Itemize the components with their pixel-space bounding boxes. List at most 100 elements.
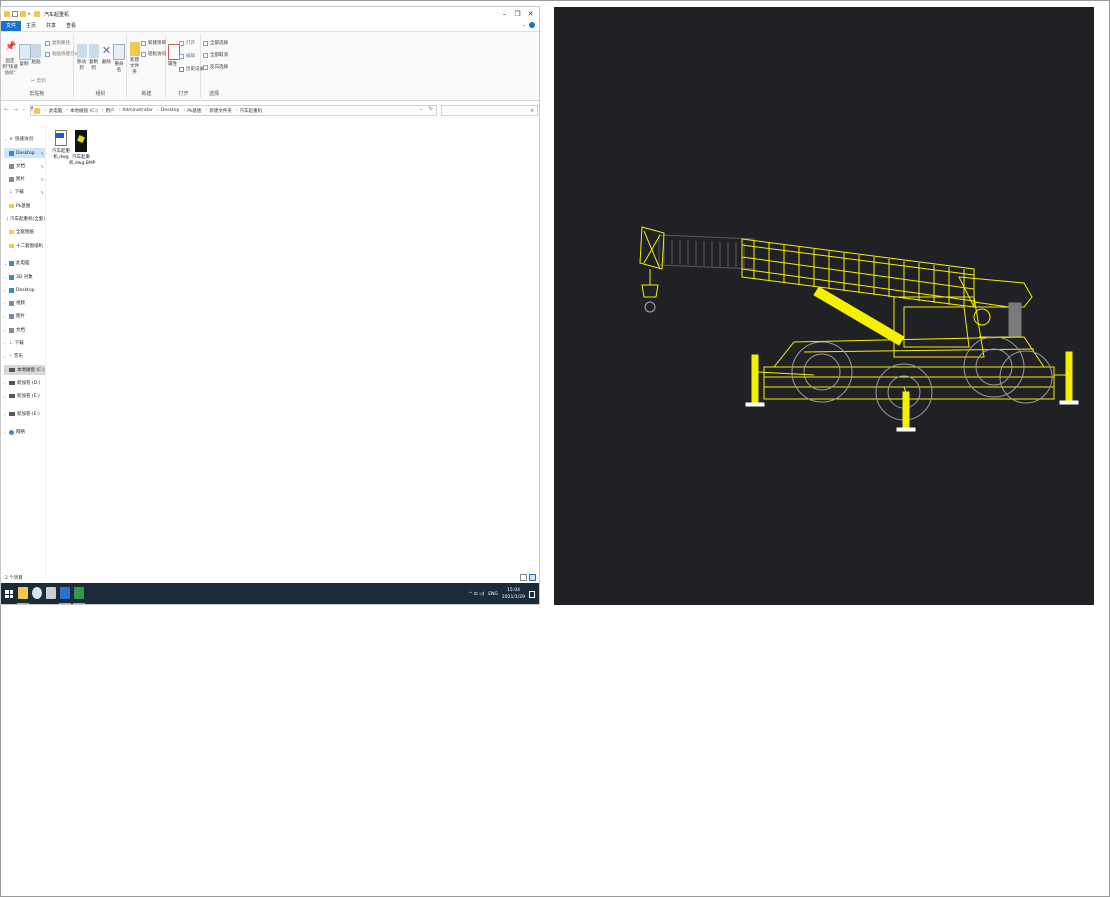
download-arrow-icon: ↓ — [9, 189, 13, 195]
search-input[interactable]: ⌕ — [441, 105, 538, 116]
file-explorer-taskbar-icon[interactable] — [18, 587, 28, 599]
help-icon[interactable] — [529, 22, 535, 28]
back-arrow-icon[interactable]: ← — [4, 106, 9, 113]
nav-item-desktop[interactable]: Desktop ✎ — [4, 148, 45, 158]
customize-qat-icon[interactable]: ▾ — [28, 11, 30, 17]
nav-item-drive-c[interactable]: › 本地磁盘 (C:) — [4, 365, 45, 375]
breadcrumb-item[interactable]: Administrator — [122, 108, 153, 113]
nav-item-documents[interactable]: › 文档 — [4, 325, 45, 335]
new-item-button[interactable]: 新建项目 — [141, 40, 166, 46]
app-taskbar-icon[interactable] — [46, 587, 56, 599]
new-folder-button[interactable]: 新建文件夹 — [129, 42, 140, 76]
new-folder-icon[interactable] — [20, 11, 26, 17]
maximize-button[interactable]: ❐ — [511, 8, 524, 20]
breadcrumb-separator-icon[interactable]: › — [45, 108, 47, 113]
nav-item-drive-e-root[interactable]: › 新加卷 (E:) — [4, 409, 45, 419]
details-view-icon[interactable] — [520, 574, 527, 581]
new-group-label: 新建 — [141, 91, 152, 97]
nav-item-downloads[interactable]: ↓ 下载 ✎ — [4, 187, 45, 197]
nav-item-pictures[interactable]: 图片 ✎ — [4, 174, 45, 184]
paste-button[interactable]: 粘贴 — [31, 44, 41, 66]
nav-item-desktop[interactable]: › Desktop — [4, 285, 45, 295]
app-taskbar-icon[interactable] — [60, 587, 70, 599]
clock[interactable]: 15:04 2021/1/29 — [502, 587, 525, 601]
tab-file[interactable]: 文件 — [1, 21, 22, 31]
crane-turret — [893, 296, 1010, 358]
folder-icon — [9, 244, 14, 248]
nav-network[interactable]: › 网络 — [4, 427, 45, 437]
properties-icon[interactable] — [12, 11, 18, 17]
new-folder-big-icon — [129, 42, 140, 56]
copy-path-button[interactable]: 复制路径 — [45, 40, 70, 46]
breadcrumb-item[interactable]: 用户 — [106, 108, 115, 114]
forward-arrow-icon[interactable]: → — [13, 106, 18, 113]
move-to-button[interactable]: 移动到 — [76, 44, 87, 72]
delete-button[interactable]: ✕ 删除 — [101, 44, 112, 66]
cut-button[interactable]: ✂ 剪切 — [31, 78, 46, 85]
refresh-icon[interactable]: ↻ — [429, 106, 433, 112]
breadcrumb-item[interactable]: Desktop — [161, 108, 180, 113]
tab-view[interactable]: 查看 — [61, 21, 81, 31]
large-icons-view-icon[interactable] — [529, 574, 536, 581]
nav-item-downloads[interactable]: › ↓ 下载 — [4, 338, 45, 348]
nav-quick-access[interactable]: ⌄ ★ 快速访问 — [4, 134, 45, 144]
select-none-button[interactable]: 全部取消 — [203, 52, 228, 58]
invert-selection-button[interactable]: 反向选择 — [203, 64, 228, 70]
notifications-icon[interactable] — [529, 590, 535, 598]
tray-icons[interactable]: ^ ⊡ ◁) — [469, 592, 485, 597]
breadcrumb-item[interactable]: 本地磁盘 (C:) — [70, 108, 98, 114]
copy-button[interactable]: 复制 — [19, 44, 31, 68]
nav-this-pc[interactable]: ⌄ 此电脑 — [4, 258, 45, 268]
clipboard-group: 📌 固定到"快速访问" 复制 粘贴 复制路径 粘贴快捷方式 ✂ 剪切 剪贴板 — [1, 34, 79, 98]
nav-item-videos[interactable]: › 视频 — [4, 298, 45, 308]
nav-item-3d-objects[interactable]: › 3D 对象 — [4, 272, 45, 282]
input-language[interactable]: ENG — [488, 592, 498, 597]
rename-button[interactable]: 重命名 — [113, 44, 125, 74]
nav-item-folder[interactable]: 十二套图纸机 — [4, 241, 45, 251]
nav-item-folder[interactable]: 汽车起重机(全套) — [4, 214, 45, 224]
minimize-button[interactable]: – — [498, 8, 511, 20]
easy-access-icon — [141, 51, 146, 57]
address-bar[interactable]: › 此电脑 › 本地磁盘 (C:) › 用户 › Administrator › Des… — [30, 105, 437, 116]
pin-icon: ✎ — [40, 176, 44, 182]
start-button[interactable] — [5, 590, 13, 598]
close-button[interactable]: ✕ — [524, 8, 537, 20]
breadcrumb-item[interactable]: Pk基图 — [187, 108, 201, 114]
pin-quick-access-button[interactable]: 📌 固定到"快速访问" — [2, 43, 18, 77]
select-none-icon — [203, 52, 208, 58]
breadcrumb-item[interactable]: 新建文件夹 — [209, 108, 232, 114]
address-dropdown-icon[interactable]: ⌄ — [419, 106, 423, 112]
collapse-ribbon-icon[interactable]: ⌄ — [522, 22, 526, 28]
nav-item-documents[interactable]: 文档 ✎ — [4, 161, 45, 171]
organize-group-label: 组织 — [95, 91, 106, 97]
active-indicator — [73, 603, 85, 604]
easy-access-button[interactable]: 轻松访问 — [141, 51, 166, 57]
app-taskbar-icon[interactable] — [74, 587, 84, 599]
tab-share[interactable]: 共享 — [41, 21, 61, 31]
folder-icon — [4, 11, 10, 17]
properties-button[interactable]: 属性 — [168, 44, 180, 68]
recent-locations-icon[interactable]: ⌄ — [22, 106, 25, 113]
nav-item-music[interactable]: › ♪ 音乐 — [4, 351, 45, 361]
window-title: 汽车起重机 — [44, 11, 70, 18]
file-item-bmp[interactable]: 汽车起重机.dwg.BMP — [69, 130, 95, 166]
boom-inner-section — [658, 234, 755, 270]
browser-taskbar-icon[interactable] — [32, 587, 42, 599]
nav-item-drive-e[interactable]: › 新加卷 (E:) — [4, 391, 45, 401]
paste-shortcut-button[interactable]: 粘贴快捷方式 — [45, 51, 79, 57]
video-icon — [9, 300, 14, 306]
select-all-button[interactable]: 全部选择 — [203, 40, 228, 46]
nav-item-folder[interactable]: Pk基图 — [4, 201, 45, 211]
edit-button[interactable]: 编辑 — [179, 53, 195, 59]
open-button[interactable]: 打开 — [179, 40, 195, 46]
nav-item-pictures[interactable]: › 图片 — [4, 311, 45, 321]
copy-to-button[interactable]: 复制到 — [88, 44, 99, 72]
breadcrumb-item[interactable]: 汽车起重机 — [240, 108, 263, 114]
taskbar: ^ ⊡ ◁) ENG 15:04 2021/1/29 — [1, 583, 539, 604]
tab-home[interactable]: 主页 — [21, 21, 41, 31]
nav-item-folder[interactable]: 全套图纸 — [4, 227, 45, 237]
breadcrumb-item[interactable]: 此电脑 — [49, 108, 63, 114]
pin-icon: ✎ — [40, 150, 44, 156]
history-button[interactable]: 历史记录 — [179, 66, 204, 72]
nav-item-drive-d[interactable]: › 新加卷 (D:) — [4, 378, 45, 388]
